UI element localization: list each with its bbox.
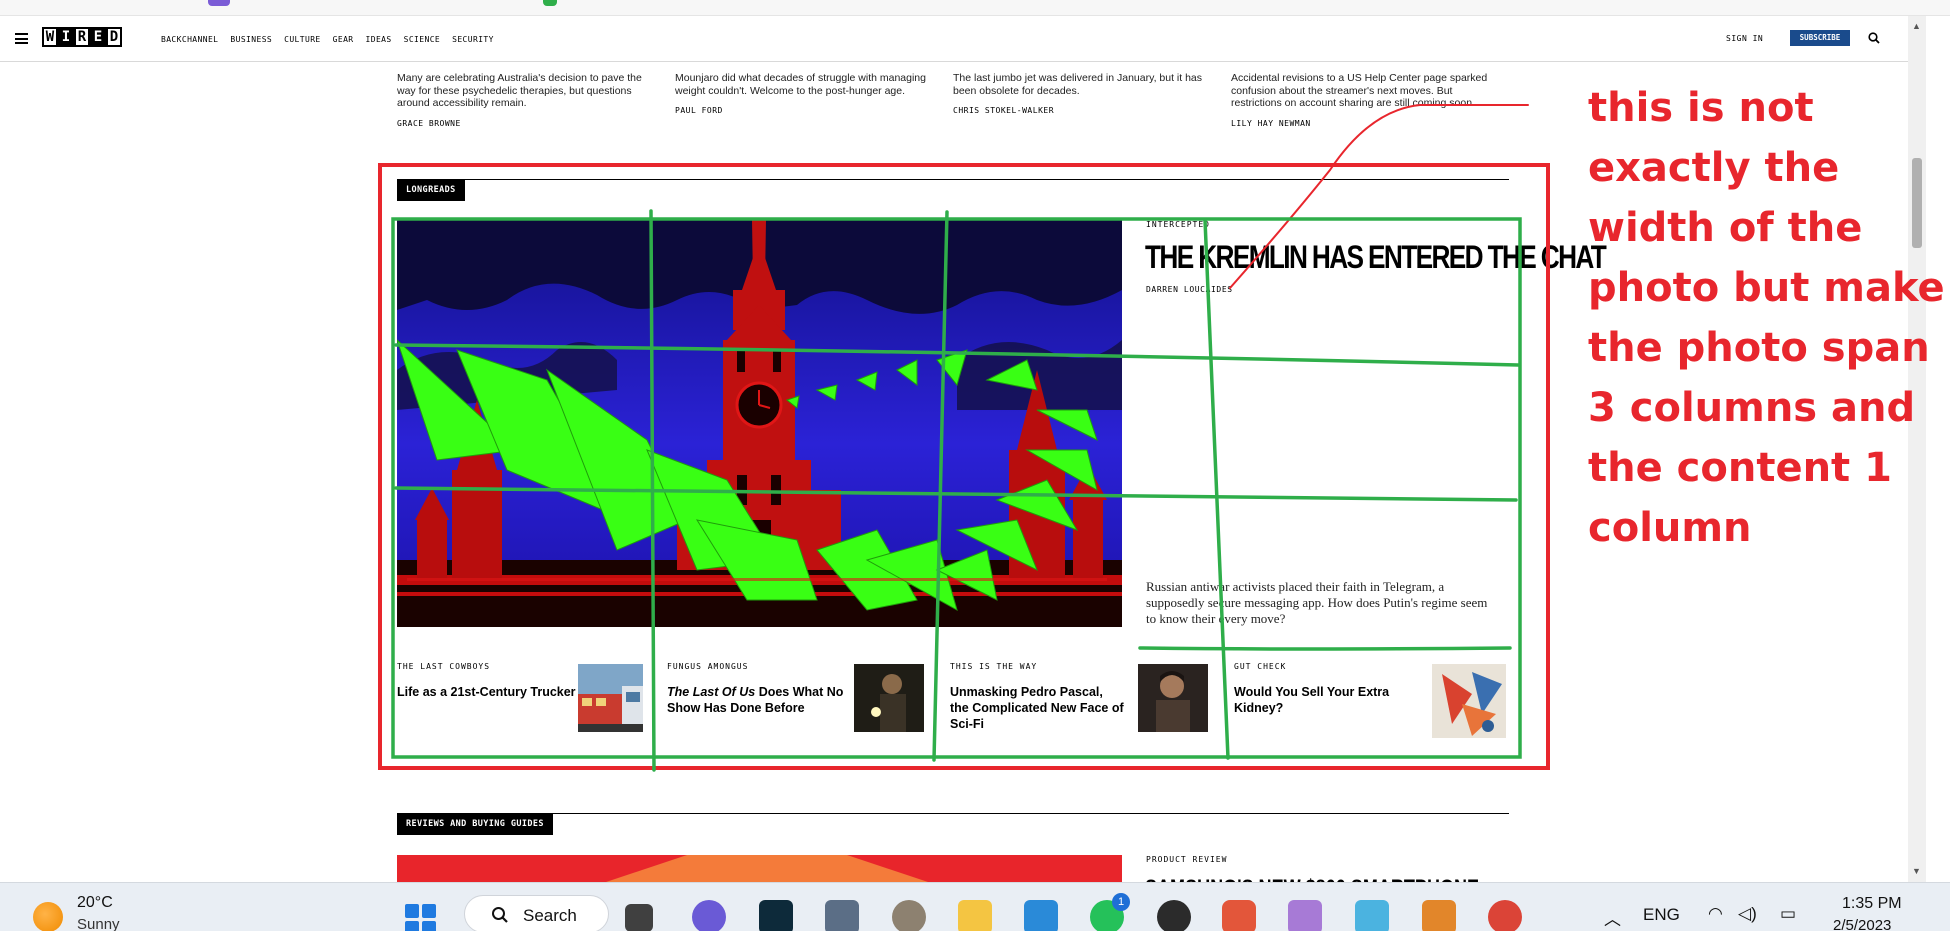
- review-hero-image[interactable]: [397, 855, 1122, 885]
- review-image-art: [397, 855, 1122, 885]
- volume-icon[interactable]: ◁): [1738, 904, 1757, 924]
- windows-start-icon[interactable]: [405, 904, 437, 931]
- battery-icon[interactable]: ▭: [1780, 904, 1796, 924]
- weather-sun-icon[interactable]: [33, 902, 63, 931]
- wifi-icon[interactable]: ◠: [1708, 904, 1723, 924]
- remote-app-icon[interactable]: [1355, 900, 1389, 931]
- show-hidden-icons-chevron-icon[interactable]: ︿: [1604, 905, 1621, 930]
- file-explorer-icon[interactable]: [958, 900, 992, 931]
- annotation-note: this is not exactly the width of the pho…: [1588, 85, 1945, 551]
- vscode-icon[interactable]: [1024, 900, 1058, 931]
- gimp-icon[interactable]: [892, 900, 926, 931]
- input-language[interactable]: ENG: [1643, 905, 1680, 925]
- search-icon: [492, 907, 508, 923]
- game-controller-icon[interactable]: [1288, 900, 1322, 931]
- brave-browser-icon[interactable]: [1222, 900, 1256, 931]
- teams-chat-icon[interactable]: [692, 900, 726, 931]
- notification-badge: 1: [1112, 893, 1130, 911]
- chrome-icon[interactable]: [1488, 900, 1522, 931]
- weather-description[interactable]: Sunny: [77, 916, 120, 931]
- section-divider: [397, 813, 1509, 814]
- media-app-icon[interactable]: [825, 900, 859, 931]
- taskbar-search-label: Search: [523, 906, 577, 925]
- clock-date[interactable]: 2/5/2023: [1833, 917, 1891, 931]
- section-label-reviews[interactable]: REVIEWS AND BUYING GUIDES: [397, 814, 553, 835]
- weather-temperature[interactable]: 20°C: [77, 894, 113, 912]
- bing-icon[interactable]: [759, 900, 793, 931]
- obs-icon[interactable]: [1157, 900, 1191, 931]
- clock-time[interactable]: 1:35 PM: [1842, 895, 1902, 913]
- task-view-icon[interactable]: [625, 904, 653, 931]
- paint-icon[interactable]: [1422, 900, 1456, 931]
- review-kicker[interactable]: PRODUCT REVIEW: [1146, 855, 1227, 864]
- taskbar-search[interactable]: Search: [464, 895, 609, 931]
